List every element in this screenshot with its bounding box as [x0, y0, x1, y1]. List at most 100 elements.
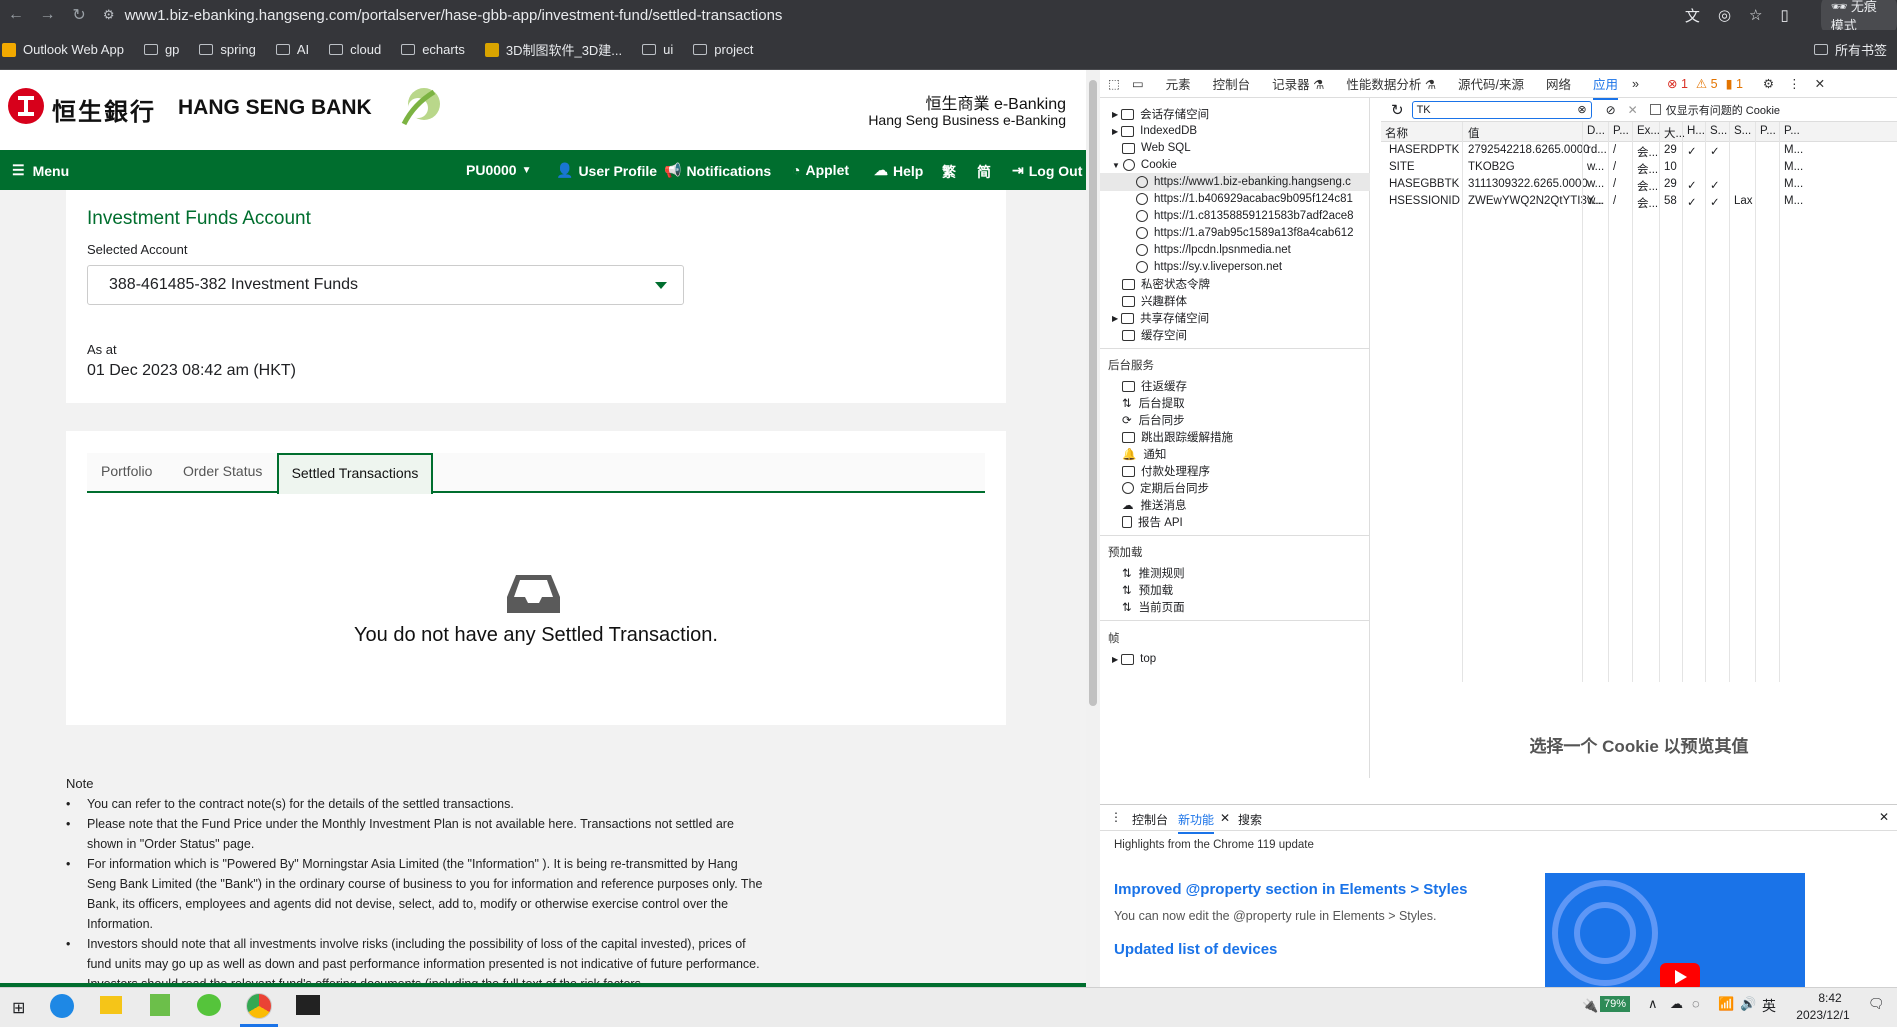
scrollbar-thumb[interactable]: [1089, 80, 1097, 706]
all-bookmarks[interactable]: 所有书签: [1813, 40, 1887, 59]
tree-cookie-origin-selected[interactable]: https://www1.biz-ebanking.hangseng.c: [1100, 173, 1370, 191]
tree-cookie-origin[interactable]: https://1.b406929acabac9b095f124c81: [1136, 190, 1353, 208]
close-icon[interactable]: ✕: [1815, 76, 1825, 91]
devtools-tab-console[interactable]: 控制台: [1213, 74, 1251, 93]
settings-gear-icon[interactable]: ⚙: [1763, 76, 1774, 91]
forward-icon[interactable]: →: [32, 6, 64, 24]
lang-simplified-link[interactable]: 简: [977, 162, 991, 182]
ime-indicator[interactable]: 英: [1762, 996, 1776, 1016]
file-explorer-icon[interactable]: [100, 996, 122, 1014]
device-toggle-icon[interactable]: ▭: [1132, 76, 1144, 91]
lang-traditional-link[interactable]: 繁: [942, 162, 956, 182]
power-plug-icon[interactable]: 🔌: [1582, 998, 1598, 1014]
side-panel-icon[interactable]: ▯: [1780, 6, 1788, 24]
translate-icon[interactable]: 文: [1685, 5, 1700, 26]
tab-portfolio[interactable]: Portfolio: [101, 463, 152, 479]
clock-date[interactable]: 2023/12/1: [1786, 1008, 1860, 1022]
menu-button[interactable]: ☰ Menu: [12, 162, 69, 179]
windows-start-icon[interactable]: ⊞: [12, 998, 25, 1018]
page-scrollbar[interactable]: [1086, 70, 1100, 987]
tree-backend-item[interactable]: 定期后台同步: [1122, 479, 1209, 497]
tree-cookie-origin[interactable]: https://sy.v.liveperson.net: [1136, 258, 1282, 276]
feature-link[interactable]: Updated list of devices: [1114, 941, 1277, 958]
wifi-icon[interactable]: ◌: [1692, 996, 1700, 1011]
terminal-icon[interactable]: [296, 995, 320, 1015]
drawer-tab-whats-new[interactable]: 新功能: [1178, 811, 1215, 834]
battery-indicator[interactable]: 79%: [1600, 996, 1631, 1012]
tree-backend-item[interactable]: ⇅ 后台提取: [1122, 394, 1185, 412]
tree-backend-item[interactable]: 跳出跟踪缓解措施: [1122, 428, 1233, 446]
user-profile-link[interactable]: 👤 User Profile: [556, 162, 657, 179]
drawer-tab-search[interactable]: 搜索: [1238, 811, 1262, 828]
delete-selected-icon[interactable]: ✕: [1628, 103, 1638, 117]
site-info-icon[interactable]: ⚙: [103, 7, 115, 23]
help-link[interactable]: ☁ Help: [874, 162, 923, 179]
chrome-icon[interactable]: [246, 993, 272, 1019]
tree-backend-item[interactable]: 🔔 通知: [1122, 445, 1166, 463]
edge-icon[interactable]: [50, 994, 74, 1018]
info-count[interactable]: ▮ 1: [1726, 76, 1743, 91]
clock-time[interactable]: 8:42: [1800, 991, 1860, 1005]
tree-websql[interactable]: Web SQL: [1122, 139, 1191, 157]
tree-cookie[interactable]: ▼ Cookie: [1112, 156, 1177, 174]
column-header[interactable]: 名称: [1385, 125, 1408, 141]
column-header[interactable]: H...: [1687, 125, 1705, 137]
column-header[interactable]: S...: [1710, 125, 1727, 137]
warning-count[interactable]: ⚠ 5: [1696, 76, 1718, 91]
volume-icon[interactable]: 🔊: [1740, 996, 1756, 1012]
tree-cookie-origin[interactable]: https://1.c81358859121583b7adf2ace8: [1136, 207, 1354, 225]
column-header[interactable]: D...: [1587, 125, 1605, 137]
tree-cookie-origin[interactable]: https://1.a79ab95c1589a13f8a4cab612: [1136, 224, 1354, 242]
logout-link[interactable]: ⇥ Log Out: [1012, 162, 1082, 179]
tree-backend-item[interactable]: 往返缓存: [1122, 377, 1187, 395]
kebab-menu-icon[interactable]: ⋮: [1788, 76, 1801, 91]
bookmark-3d[interactable]: 3D制图软件_3D建...: [484, 40, 622, 59]
notification-center-icon[interactable]: 🗨: [1868, 996, 1885, 1012]
bookmark-folder-ui[interactable]: ui: [642, 42, 673, 57]
tree-cookie-origin[interactable]: https://lpcdn.lpsnmedia.net: [1136, 241, 1291, 259]
star-icon[interactable]: ☆: [1749, 6, 1762, 24]
tree-backend-item[interactable]: ☁ 推送消息: [1122, 496, 1187, 514]
more-tabs-icon[interactable]: »: [1632, 77, 1639, 91]
clear-all-icon[interactable]: ⊘: [1606, 103, 1616, 117]
bookmark-folder-gp[interactable]: gp: [143, 42, 179, 57]
bookmark-folder-project[interactable]: project: [693, 42, 753, 57]
tree-preload-item[interactable]: ⇅ 当前页面: [1122, 598, 1185, 616]
account-code-dropdown[interactable]: PU0000 ▼: [466, 162, 532, 178]
column-header[interactable]: Ex...: [1637, 125, 1660, 137]
close-drawer-icon[interactable]: ✕: [1879, 810, 1889, 824]
tree-indexeddb[interactable]: ▶ IndexedDB: [1112, 122, 1197, 140]
tree-frame-top[interactable]: ▶ top: [1112, 650, 1156, 668]
notepad-icon[interactable]: [150, 994, 170, 1016]
only-issues-checkbox[interactable]: [1649, 104, 1661, 115]
cookie-row[interactable]: HSESSIONID ZWEwYWQ2N2QtYTI3Y... w... / 会... 5…: [1381, 193, 1897, 210]
tab-settled-transactions[interactable]: Settled Transactions: [277, 453, 433, 494]
cloud-icon[interactable]: ☁: [1670, 996, 1683, 1012]
back-icon[interactable]: ←: [0, 6, 32, 24]
address-bar[interactable]: ⚙ www1.biz-ebanking.hangseng.com/portals…: [95, 3, 1575, 27]
clear-filter-icon[interactable]: ⊗: [1577, 103, 1586, 116]
network-icon[interactable]: 📶: [1718, 996, 1734, 1012]
column-header[interactable]: P...: [1760, 125, 1776, 137]
column-header[interactable]: S...: [1734, 125, 1751, 137]
notifications-link[interactable]: 📢 Notifications: [664, 162, 771, 179]
inspect-icon[interactable]: ⬚: [1108, 76, 1120, 91]
eye-off-icon[interactable]: ◎: [1718, 6, 1731, 24]
column-header[interactable]: P...: [1784, 125, 1800, 137]
tree-backend-item[interactable]: ⟳ 后台同步: [1122, 411, 1185, 429]
tree-backend-item[interactable]: 报告 API: [1122, 513, 1183, 531]
tree-shared-storage[interactable]: ▶ 共享存储空间: [1112, 309, 1209, 327]
chevron-up-icon[interactable]: ∧: [1648, 996, 1658, 1012]
tree-interest-groups[interactable]: 兴趣群体: [1122, 292, 1187, 310]
devtools-tab-performance[interactable]: 性能数据分析 ⚗: [1346, 74, 1436, 93]
cookie-row[interactable]: SITE TKOB2G w... / 会... 10 M...: [1381, 159, 1897, 176]
devtools-tab-application[interactable]: 应用: [1593, 74, 1619, 100]
drawer-tab-console[interactable]: 控制台: [1132, 811, 1168, 828]
tree-preload-item[interactable]: ⇅ 推测规则: [1122, 564, 1185, 582]
cookie-row[interactable]: HASERDPTK 2792542218.6265.0000 rd... / 会... 2…: [1381, 142, 1897, 159]
drawer-menu-icon[interactable]: ⋮: [1110, 810, 1122, 824]
account-select[interactable]: 388-461485-382 Investment Funds: [87, 265, 684, 305]
devtools-tab-elements[interactable]: 元素: [1166, 74, 1191, 93]
tree-backend-item[interactable]: 付款处理程序: [1122, 462, 1210, 480]
cookie-row[interactable]: HASEGBBTK 3111309322.6265.0000 w... / 会... 29…: [1381, 176, 1897, 193]
